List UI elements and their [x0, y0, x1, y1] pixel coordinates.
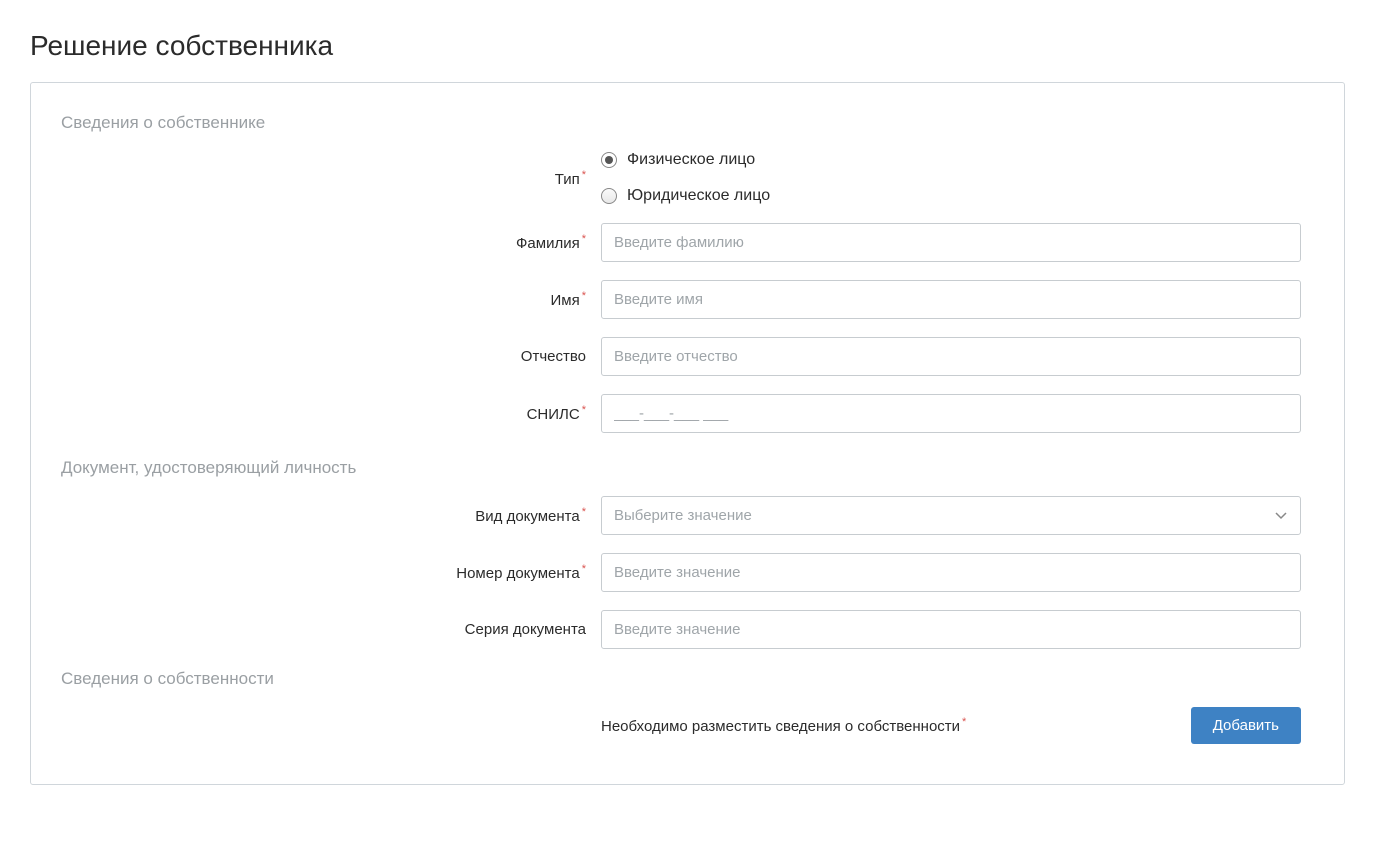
- row-type: Тип* Физическое лицо Юридическое лицо: [61, 151, 1314, 205]
- field-firstname: [601, 280, 1314, 319]
- label-doc-series: Серия документа: [61, 621, 601, 638]
- doc-number-input[interactable]: [601, 553, 1301, 592]
- section-owner-info-heading: Сведения о собственнике: [61, 113, 1314, 133]
- ownership-message-text: Необходимо разместить сведения о собстве…: [601, 718, 960, 735]
- row-surname: Фамилия*: [61, 223, 1314, 262]
- section-identity-doc-heading: Документ, удостоверяющий личность: [61, 458, 1314, 478]
- surname-input[interactable]: [601, 223, 1301, 262]
- field-doc-series: [601, 610, 1314, 649]
- radio-individual[interactable]: Физическое лицо: [601, 151, 770, 169]
- label-patronymic: Отчество: [61, 348, 601, 365]
- label-doc-type-text: Вид документа: [475, 508, 579, 525]
- type-radio-group: Физическое лицо Юридическое лицо: [601, 151, 770, 205]
- patronymic-input[interactable]: [601, 337, 1301, 376]
- field-patronymic: [601, 337, 1314, 376]
- label-type: Тип*: [61, 169, 601, 188]
- label-doc-number: Номер документа*: [61, 563, 601, 582]
- label-snils: СНИЛС*: [61, 404, 601, 423]
- form-panel: Сведения о собственнике Тип* Физическое …: [30, 82, 1345, 785]
- required-marker: *: [582, 563, 586, 575]
- radio-individual-label: Физическое лицо: [627, 151, 755, 169]
- label-doc-number-text: Номер документа: [456, 565, 579, 582]
- page-title: Решение собственника: [30, 30, 1345, 62]
- row-firstname: Имя*: [61, 280, 1314, 319]
- field-surname: [601, 223, 1314, 262]
- radio-icon: [601, 152, 617, 168]
- row-patronymic: Отчество: [61, 337, 1314, 376]
- field-doc-type: Выберите значение: [601, 496, 1314, 535]
- row-snils: СНИЛС*: [61, 394, 1314, 433]
- row-doc-series: Серия документа: [61, 610, 1314, 649]
- label-snils-text: СНИЛС: [527, 406, 580, 423]
- field-type: Физическое лицо Юридическое лицо: [601, 151, 1314, 205]
- field-doc-number: [601, 553, 1314, 592]
- required-marker: *: [962, 716, 966, 728]
- section-ownership-heading: Сведения о собственности: [61, 669, 1314, 689]
- row-doc-number: Номер документа*: [61, 553, 1314, 592]
- required-marker: *: [582, 506, 586, 518]
- add-ownership-button[interactable]: Добавить: [1191, 707, 1301, 744]
- doc-type-select-wrapper: Выберите значение: [601, 496, 1301, 535]
- radio-icon: [601, 188, 617, 204]
- label-type-text: Тип: [555, 171, 580, 188]
- radio-legal-label: Юридическое лицо: [627, 187, 770, 205]
- row-ownership: Необходимо разместить сведения о собстве…: [61, 707, 1314, 744]
- required-marker: *: [582, 290, 586, 302]
- label-surname-text: Фамилия: [516, 235, 580, 252]
- label-doc-type: Вид документа*: [61, 506, 601, 525]
- required-marker: *: [582, 169, 586, 181]
- firstname-input[interactable]: [601, 280, 1301, 319]
- doc-type-select[interactable]: Выберите значение: [601, 496, 1301, 535]
- ownership-message: Необходимо разместить сведения о собстве…: [601, 716, 966, 735]
- label-patronymic-text: Отчество: [521, 348, 586, 365]
- snils-input[interactable]: [601, 394, 1301, 433]
- ownership-container: Необходимо разместить сведения о собстве…: [601, 707, 1301, 744]
- label-doc-series-text: Серия документа: [465, 621, 586, 638]
- label-firstname: Имя*: [61, 290, 601, 309]
- field-snils: [601, 394, 1314, 433]
- row-doc-type: Вид документа* Выберите значение: [61, 496, 1314, 535]
- label-surname: Фамилия*: [61, 233, 601, 252]
- required-marker: *: [582, 233, 586, 245]
- label-firstname-text: Имя: [551, 292, 580, 309]
- radio-legal[interactable]: Юридическое лицо: [601, 187, 770, 205]
- doc-series-input[interactable]: [601, 610, 1301, 649]
- required-marker: *: [582, 404, 586, 416]
